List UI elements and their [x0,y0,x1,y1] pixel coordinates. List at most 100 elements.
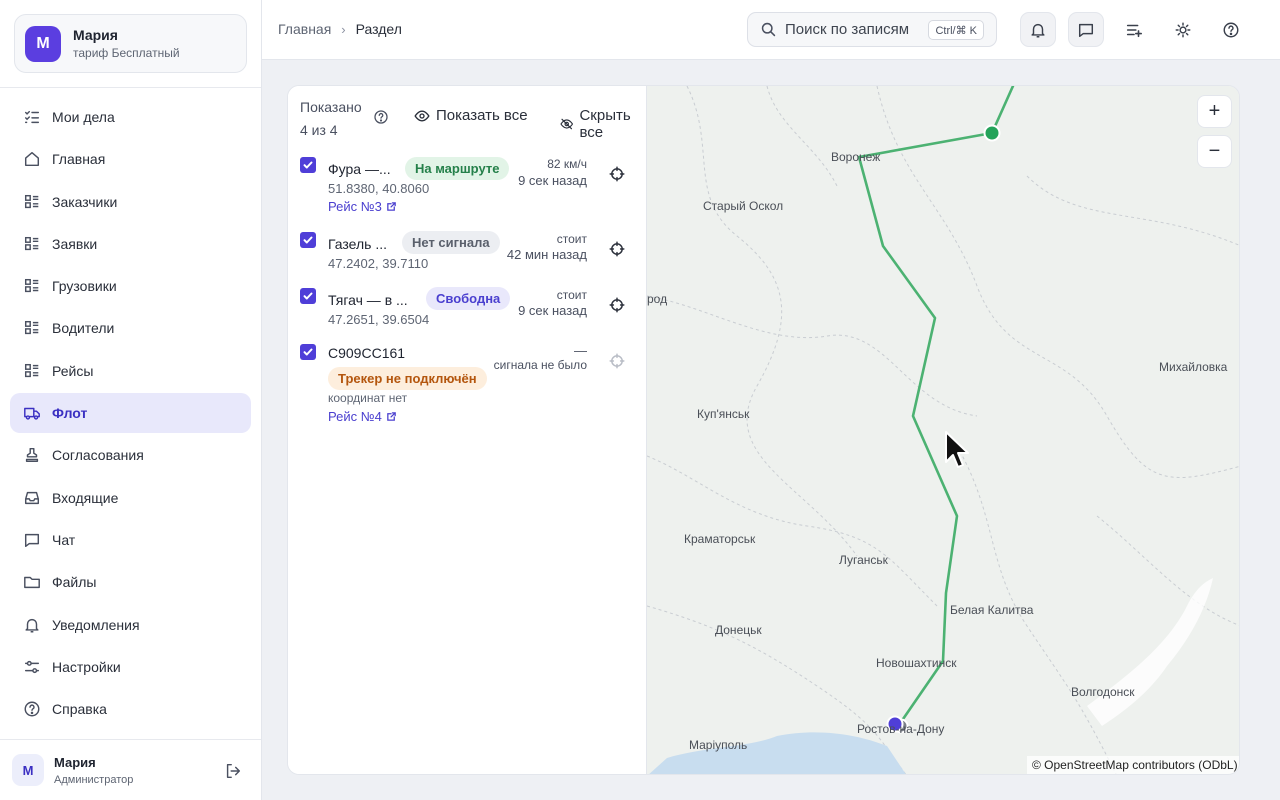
vehicle-coords: 47.2402, 39.7110 [328,256,429,271]
nav-item-files[interactable]: Файлы [10,562,251,602]
vehicle-coords: 47.2651, 39.6504 [328,312,430,327]
breadcrumb: Главная › Раздел [278,21,402,37]
vehicle-checkbox[interactable] [300,288,316,304]
sun-icon [1175,22,1191,37]
fleet-card: Показано 4 из 4 Показать все Скрыть все … [287,85,1240,775]
show-all-button[interactable]: Показать все [414,107,528,124]
main-nav: Мои дела Главная Заказчики Заявки Грузов… [10,97,251,731]
vehicle-checkbox[interactable] [300,232,316,248]
user-name: Мария [54,754,96,770]
vehicle-checkbox[interactable] [300,344,316,360]
chat-button[interactable] [1068,12,1104,47]
external-link-icon [387,202,396,211]
map-attribution: © OpenStreetMap contributors (ODbL) [1027,756,1239,774]
notifications-button[interactable] [1020,12,1056,47]
stamp-icon [22,445,42,465]
vehicle-row[interactable]: С909СС161 — сигнала не было Трекер не по… [288,343,647,424]
nav-item-my-tasks[interactable]: Мои дела [10,97,251,137]
trip-label: Рейс №4 [328,409,382,424]
nav-label: Входящие [52,489,119,506]
nav-label: Настройки [52,658,121,675]
sidebar-divider [0,87,261,88]
nav-item-requests[interactable]: Заявки [10,224,251,264]
vehicle-name: Газель ... [328,236,388,252]
nav-item-help[interactable]: Справка [10,689,251,729]
vehicle-checkbox[interactable] [300,157,316,173]
nav-item-notifications[interactable]: Уведомления [10,605,251,645]
city-label: Ростов-на-Дону [857,722,945,736]
vehicle-row[interactable]: Тягач — в ... Свободна стоит 9 сек назад… [288,287,647,327]
eye-icon [414,110,430,121]
map-view[interactable]: Воронеж Старый Оскол род Михайловка Куп'… [647,86,1239,774]
help-icon [22,699,42,719]
zoom-out-button[interactable]: − [1197,135,1232,168]
bell-icon [1031,23,1045,37]
nav-item-customers[interactable]: Заказчики [10,182,251,222]
top-bar: Главная › Раздел Ctrl/⌘ K [262,0,1280,60]
locate-icon[interactable] [609,297,625,313]
list-icon [22,276,42,296]
nav-label: Файлы [52,574,97,591]
city-label: Волгодонск [1071,685,1135,699]
list-icon [22,361,42,381]
vehicle-updated: 9 сек назад [518,303,587,318]
check-icon [303,292,313,300]
search-box[interactable]: Ctrl/⌘ K [747,12,997,47]
breadcrumb-home[interactable]: Главная [278,21,331,37]
vehicle-row[interactable]: Газель ... Нет сигнала стоит 42 мин наза… [288,231,647,271]
trip-link[interactable]: Рейс №4 [328,409,397,424]
list-icon [22,318,42,338]
nav-item-inbox[interactable]: Входящие [10,478,251,518]
list-check-icon [22,107,42,127]
help-icon [1223,22,1239,37]
status-badge: Свободна [426,287,511,310]
check-icon [303,236,313,244]
vehicle-speed: стоит [556,288,587,302]
nav-item-settings[interactable]: Настройки [10,647,251,687]
account-plan: тариф Бесплатный [73,46,180,60]
hide-all-label: Скрыть все [579,107,631,141]
city-label: Новошахтинск [876,656,957,670]
city-label: Старый Оскол [703,199,784,213]
zoom-in-button[interactable]: + [1197,95,1232,128]
nav-item-trucks[interactable]: Грузовики [10,266,251,306]
account-switcher[interactable]: М Мария тариф Бесплатный [14,14,247,73]
status-badge: Трекер не подключён [328,367,487,390]
chat-icon [22,530,42,550]
locate-icon[interactable] [609,166,625,182]
nav-item-trips[interactable]: Рейсы [10,351,251,391]
city-label: Маріуполь [689,738,748,752]
theme-toggle-button[interactable] [1165,12,1201,47]
list-icon [22,234,42,254]
shown-counter: Показано 4 из 4 [300,96,362,142]
nav-label: Согласования [52,447,144,464]
mouse-cursor-icon [945,431,969,468]
folder-icon [22,572,42,592]
nav-item-home[interactable]: Главная [10,139,251,179]
city-label: род [647,292,668,306]
locate-icon[interactable] [609,241,625,257]
trip-link[interactable]: Рейс №3 [328,199,397,214]
bell-icon [22,615,42,635]
nav-item-chat[interactable]: Чат [10,520,251,560]
vehicle-speed: — [574,343,587,358]
add-task-button[interactable] [1116,12,1152,47]
logout-icon[interactable] [224,762,242,780]
city-label: Луганськ [839,553,888,567]
nav-label: Заказчики [52,193,118,210]
nav-item-drivers[interactable]: Водители [10,308,251,348]
help-icon[interactable] [373,109,389,125]
vehicle-updated: 42 мин назад [506,247,587,262]
vehicle-row[interactable]: Фура —... На маршруте 82 км/ч 9 сек наза… [288,156,647,216]
hide-all-button[interactable]: Скрыть все [560,107,646,141]
shown-count: 4 из 4 [300,122,338,138]
nav-item-approvals[interactable]: Согласования [10,435,251,475]
vehicle-panel: Показано 4 из 4 Показать все Скрыть все … [288,86,647,774]
shown-label: Показано [300,99,362,115]
search-shortcut: Ctrl/⌘ K [928,20,984,40]
help-button[interactable] [1213,12,1249,47]
user-role: Администратор [54,773,134,786]
nav-item-fleet[interactable]: Флот [10,393,251,434]
breadcrumb-current: Раздел [355,21,402,37]
search-input[interactable] [785,21,917,38]
